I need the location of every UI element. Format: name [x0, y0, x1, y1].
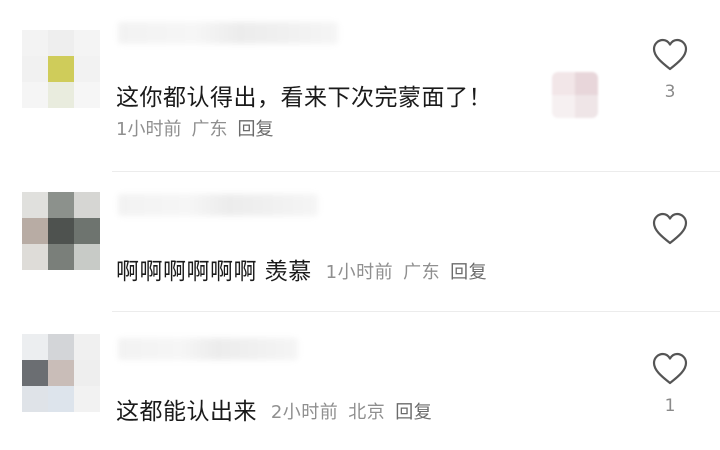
timestamp: 1小时前 — [116, 119, 182, 140]
location: 广东 — [191, 119, 228, 140]
reply-button[interactable]: 回复 — [450, 262, 487, 283]
username[interactable] — [118, 194, 318, 216]
comment-meta: 2小时前 北京 回复 — [271, 402, 442, 423]
sticker-image[interactable] — [552, 72, 598, 118]
comment-item: 这都能认出来 2小时前 北京 回复 1 — [0, 312, 720, 450]
comment-item: 啊啊啊啊啊啊 羡慕 1小时前 广东 回复 — [0, 172, 720, 312]
comment-item: 这你都认得出，看来下次完蒙面了！ 1小时前 广东 回复 3 — [0, 0, 720, 172]
location: 北京 — [348, 402, 386, 423]
like-button[interactable]: 1 — [650, 352, 690, 416]
reply-button[interactable]: 回复 — [237, 119, 273, 140]
comment-body: 啊啊啊啊啊啊 羡慕 — [116, 259, 312, 285]
comment-body: 这都能认出来 — [116, 399, 257, 425]
comment-meta: 1小时前 广东 回复 — [326, 262, 497, 283]
like-button[interactable]: 3 — [650, 38, 690, 102]
timestamp: 1小时前 — [325, 262, 394, 283]
username[interactable] — [118, 22, 338, 44]
heart-outline-icon[interactable] — [652, 352, 688, 386]
comment-meta: 1小时前 广东 回复 — [116, 115, 283, 141]
comment-text: 这都能认出来 2小时前 北京 回复 — [116, 392, 442, 426]
comment-text: 啊啊啊啊啊啊 羡慕 1小时前 广东 回复 — [116, 252, 497, 286]
heart-outline-icon[interactable] — [652, 38, 688, 72]
heart-outline-icon[interactable] — [652, 212, 688, 246]
like-count: 3 — [664, 82, 676, 102]
username[interactable] — [118, 338, 298, 360]
timestamp: 2小时前 — [270, 402, 339, 423]
avatar[interactable] — [22, 192, 100, 270]
like-count: 1 — [664, 396, 676, 416]
avatar[interactable] — [22, 334, 100, 412]
location: 广东 — [403, 262, 441, 283]
reply-button[interactable]: 回复 — [395, 402, 432, 423]
like-button[interactable] — [650, 212, 690, 256]
comment-body: 这你都认得出，看来下次完蒙面了！ — [116, 85, 492, 111]
avatar[interactable] — [22, 30, 100, 108]
comment-text: 这你都认得出，看来下次完蒙面了！ — [116, 78, 492, 112]
